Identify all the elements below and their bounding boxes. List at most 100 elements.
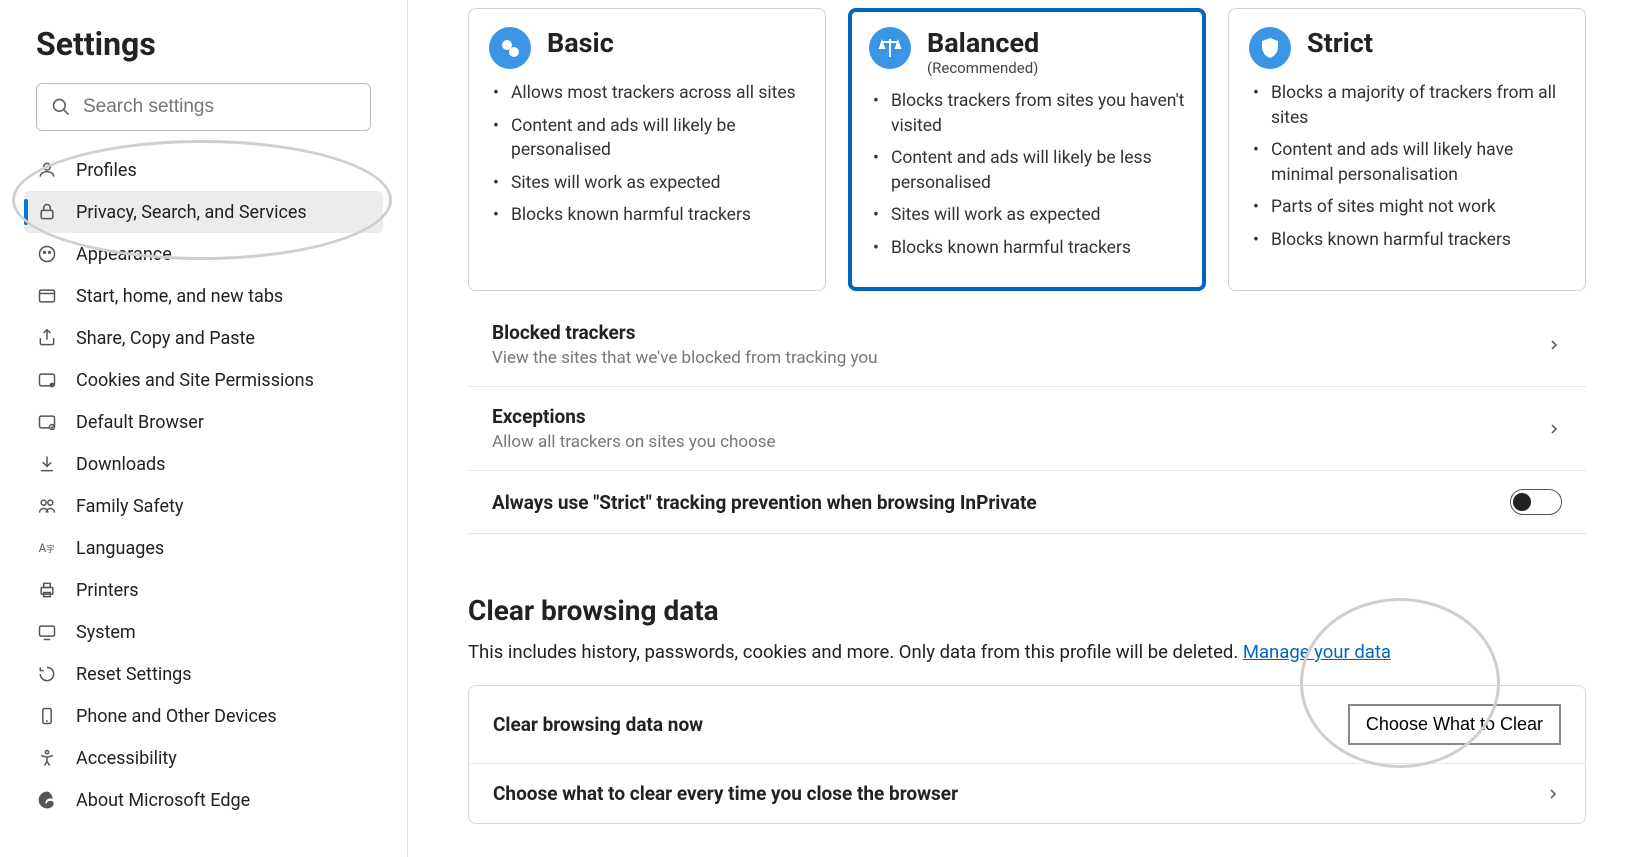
settings-nav: Profiles Privacy, Search, and Services A… bbox=[36, 149, 371, 821]
family-icon bbox=[36, 495, 58, 517]
appearance-icon bbox=[36, 243, 58, 265]
download-icon bbox=[36, 453, 58, 475]
nav-label: Languages bbox=[76, 538, 164, 559]
nav-label: System bbox=[76, 622, 136, 643]
chevron-right-icon bbox=[1546, 421, 1562, 437]
card-point: Content and ads will likely be less pers… bbox=[873, 146, 1185, 195]
nav-phone[interactable]: Phone and Other Devices bbox=[24, 695, 383, 737]
clear-data-heading: Clear browsing data bbox=[468, 594, 1586, 627]
reset-icon bbox=[36, 663, 58, 685]
system-icon bbox=[36, 621, 58, 643]
blocked-trackers-row[interactable]: Blocked trackers View the sites that we'… bbox=[468, 303, 1586, 386]
nav-label: Default Browser bbox=[76, 412, 204, 433]
card-subtitle: (Recommended) bbox=[927, 59, 1039, 77]
clear-now-row: Clear browsing data now Choose What to C… bbox=[469, 686, 1585, 763]
settings-title: Settings bbox=[36, 25, 371, 63]
nav-label: Cookies and Site Permissions bbox=[76, 370, 314, 391]
row-title: Clear browsing data now bbox=[493, 713, 703, 736]
row-title: Exceptions bbox=[492, 405, 776, 428]
row-desc: Allow all trackers on sites you choose bbox=[492, 432, 776, 452]
nav-start[interactable]: Start, home, and new tabs bbox=[24, 275, 383, 317]
nav-printers[interactable]: Printers bbox=[24, 569, 383, 611]
nav-label: Privacy, Search, and Services bbox=[76, 202, 307, 223]
nav-default-browser[interactable]: Default Browser bbox=[24, 401, 383, 443]
row-title: Blocked trackers bbox=[492, 321, 877, 344]
card-point: Blocks a majority of trackers from all s… bbox=[1253, 81, 1565, 130]
card-point: Content and ads will likely have minimal… bbox=[1253, 138, 1565, 187]
nav-reset[interactable]: Reset Settings bbox=[24, 653, 383, 695]
card-title: Balanced bbox=[927, 27, 1039, 59]
nav-appearance[interactable]: Appearance bbox=[24, 233, 383, 275]
card-point: Sites will work as expected bbox=[493, 171, 805, 196]
search-icon bbox=[51, 97, 71, 117]
tracking-cards: Basic Allows most trackers across all si… bbox=[468, 8, 1586, 291]
clear-data-text: This includes history, passwords, cookie… bbox=[468, 641, 1243, 663]
tabs-icon bbox=[36, 285, 58, 307]
nav-label: Family Safety bbox=[76, 496, 183, 517]
lock-icon bbox=[36, 201, 58, 223]
nav-about[interactable]: About Microsoft Edge bbox=[24, 779, 383, 821]
language-icon: A字 bbox=[36, 537, 58, 559]
balanced-icon bbox=[869, 27, 911, 69]
clear-on-close-row[interactable]: Choose what to clear every time you clos… bbox=[469, 763, 1585, 823]
nav-share[interactable]: Share, Copy and Paste bbox=[24, 317, 383, 359]
manage-data-link[interactable]: Manage your data bbox=[1243, 641, 1391, 663]
clear-data-paragraph: This includes history, passwords, cookie… bbox=[468, 641, 1586, 663]
nav-family[interactable]: Family Safety bbox=[24, 485, 383, 527]
printer-icon bbox=[36, 579, 58, 601]
cookie-icon bbox=[36, 369, 58, 391]
tracking-card-basic[interactable]: Basic Allows most trackers across all si… bbox=[468, 8, 826, 291]
nav-label: Start, home, and new tabs bbox=[76, 286, 283, 307]
svg-text:字: 字 bbox=[46, 544, 54, 555]
nav-label: Printers bbox=[76, 580, 139, 601]
nav-privacy[interactable]: Privacy, Search, and Services bbox=[24, 191, 383, 233]
settings-sidebar: Settings Profiles Privacy, Search, and S… bbox=[0, 0, 408, 857]
tracking-card-balanced[interactable]: Balanced (Recommended) Blocks trackers f… bbox=[848, 8, 1206, 291]
main-content: Basic Allows most trackers across all si… bbox=[408, 0, 1646, 857]
card-point: Blocks known harmful trackers bbox=[873, 236, 1185, 261]
nav-label: Phone and Other Devices bbox=[76, 706, 277, 727]
strict-icon bbox=[1249, 27, 1291, 69]
chevron-right-icon bbox=[1546, 337, 1562, 353]
chevron-right-icon bbox=[1545, 786, 1561, 802]
profiles-icon bbox=[36, 159, 58, 181]
card-point: Parts of sites might not work bbox=[1253, 195, 1565, 220]
nav-label: Appearance bbox=[76, 244, 172, 265]
tracking-card-strict[interactable]: Strict Blocks a majority of trackers fro… bbox=[1228, 8, 1586, 291]
row-title: Always use "Strict" tracking prevention … bbox=[492, 491, 1037, 514]
basic-icon bbox=[489, 27, 531, 69]
search-settings-box[interactable] bbox=[36, 83, 371, 131]
card-point: Blocks known harmful trackers bbox=[1253, 228, 1565, 253]
row-title: Choose what to clear every time you clos… bbox=[493, 782, 958, 805]
card-point: Blocks known harmful trackers bbox=[493, 203, 805, 228]
edge-icon bbox=[36, 789, 58, 811]
nav-profiles[interactable]: Profiles bbox=[24, 149, 383, 191]
strict-inprivate-toggle[interactable] bbox=[1510, 489, 1562, 515]
nav-downloads[interactable]: Downloads bbox=[24, 443, 383, 485]
nav-label: Reset Settings bbox=[76, 664, 192, 685]
exceptions-row[interactable]: Exceptions Allow all trackers on sites y… bbox=[468, 386, 1586, 470]
strict-inprivate-row: Always use "Strict" tracking prevention … bbox=[468, 470, 1586, 534]
search-settings-input[interactable] bbox=[83, 96, 356, 118]
card-point: Blocks trackers from sites you haven't v… bbox=[873, 89, 1185, 138]
nav-cookies[interactable]: Cookies and Site Permissions bbox=[24, 359, 383, 401]
card-title: Strict bbox=[1307, 27, 1373, 59]
accessibility-icon bbox=[36, 747, 58, 769]
nav-accessibility[interactable]: Accessibility bbox=[24, 737, 383, 779]
card-point: Allows most trackers across all sites bbox=[493, 81, 805, 106]
nav-label: About Microsoft Edge bbox=[76, 790, 250, 811]
nav-label: Accessibility bbox=[76, 748, 177, 769]
share-icon bbox=[36, 327, 58, 349]
phone-icon bbox=[36, 705, 58, 727]
browser-icon bbox=[36, 411, 58, 433]
row-desc: View the sites that we've blocked from t… bbox=[492, 348, 877, 368]
choose-what-to-clear-button[interactable]: Choose What to Clear bbox=[1348, 704, 1561, 745]
nav-label: Downloads bbox=[76, 454, 165, 475]
nav-label: Share, Copy and Paste bbox=[76, 328, 255, 349]
nav-label: Profiles bbox=[76, 160, 137, 181]
card-point: Sites will work as expected bbox=[873, 203, 1185, 228]
nav-languages[interactable]: A字 Languages bbox=[24, 527, 383, 569]
card-point: Content and ads will likely be personali… bbox=[493, 114, 805, 163]
nav-system[interactable]: System bbox=[24, 611, 383, 653]
card-title: Basic bbox=[547, 27, 614, 59]
